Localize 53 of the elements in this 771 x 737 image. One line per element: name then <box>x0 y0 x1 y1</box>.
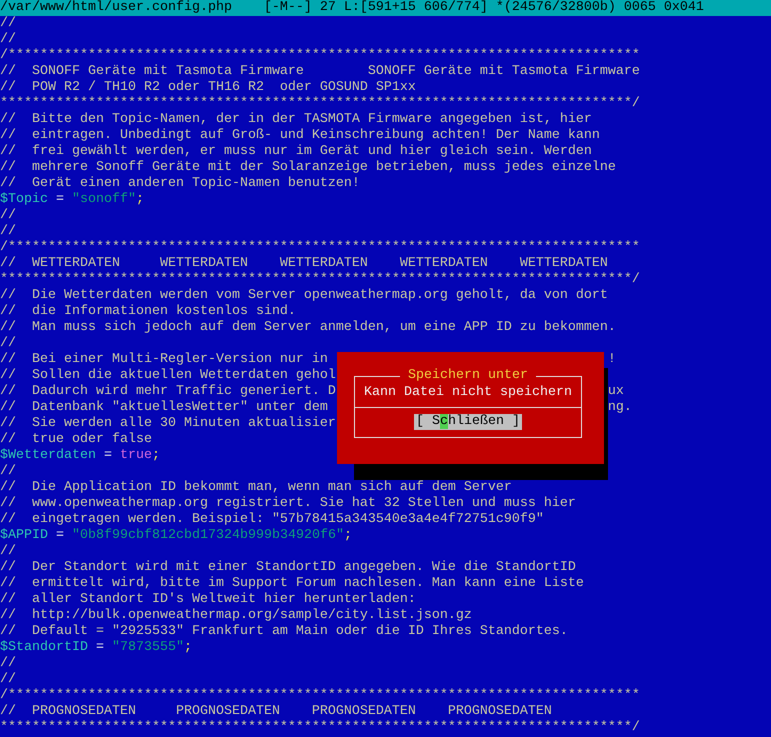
code-line: // Die Wetterdaten werden vom Server openweathermap.org geholt, da von dort <box>0 288 608 304</box>
code-line: $APPID = "0b8f99cbf812cbd17324b999b34920f6"; <box>0 528 352 544</box>
dialog-title: Speichern unter <box>400 368 536 384</box>
code-line: *******************************************************************************/ <box>0 720 640 736</box>
code-line: // <box>0 224 16 240</box>
code-line: // Der Standort wird mit einer StandortID angegeben. Wie die StandortID <box>0 560 576 576</box>
code-line: // die Informationen kostenlos sind. <box>0 304 296 320</box>
code-line: // Die Application ID bekommt man, wenn man sich auf dem Server <box>0 480 512 496</box>
code-line: // www.openweathermap.org registriert. Sie hat 32 Stellen und muss hier <box>0 496 576 512</box>
code-line: // Default = "2925533" Frankfurt am Main oder die ID Ihres Standortes. <box>0 624 568 640</box>
code-line: $StandortID = "7873555"; <box>0 640 192 656</box>
code-line: // eintragen. Unbedingt auf Groß- und Keinschreibung achten! Der Name kann <box>0 128 600 144</box>
code-line: // ermittelt wird, bitte im Support Forum nachlesen. Man kann eine Liste <box>0 576 584 592</box>
dialog-message: Kann Datei nicht speichern <box>355 385 581 408</box>
code-line: // Bitte den Topic-Namen, der in der TASMOTA Firmware angegeben ist, hier <box>0 112 592 128</box>
code-line: // eingetragen werden. Beispiel: "57b78415a343540e3a4e4f72751c90f9" <box>0 512 544 528</box>
code-line: // SONOFF Geräte mit Tasmota Firmware SONOFF Geräte mit Tasmota Firmware <box>0 64 640 80</box>
code-line: // Man muss sich jedoch auf dem Server anmelden, um eine APP ID zu bekommen. <box>0 320 616 336</box>
close-button[interactable]: [ Schließen ] <box>414 414 522 430</box>
code-line: // <box>0 672 16 688</box>
code-line: // <box>0 32 16 48</box>
code-line: // aller Standort ID's Weltweit hier herunterladen: <box>0 592 416 608</box>
code-line: // Datenbank "aktuellesWetter" unter dem <box>0 400 328 416</box>
code-line: /******************************************************************************* <box>0 48 640 64</box>
code-line: // http://bulk.openweathermap.org/sample/city.list.json.gz <box>0 608 472 624</box>
code-line: // Gerät einen anderen Topic-Namen benutzen! <box>0 176 360 192</box>
code-line: // true oder false <box>0 432 152 448</box>
code-line: *******************************************************************************/ <box>0 96 640 112</box>
code-line: /******************************************************************************* <box>0 688 640 704</box>
code-line: $Wetterdaten = true; <box>0 448 160 464</box>
code-line: // Sollen die aktuellen Wetterdaten gehol <box>0 368 336 384</box>
code-line: // POW R2 / TH10 R2 oder TH16 R2 oder GOSUND SP1xx <box>0 80 416 96</box>
code-line: *******************************************************************************/ <box>0 272 640 288</box>
code-line: // mehrere Sonoff Geräte mit der Solaranzeige betrieben, muss jedes einzelne <box>0 160 616 176</box>
code-line: // Sie werden alle 30 Minuten aktualisier <box>0 416 336 432</box>
file-path: /var/www/html/user.config.php <box>0 0 232 16</box>
code-fragment: ! <box>608 352 616 368</box>
code-line: // Bei einer Multi-Regler-Version nur in <box>0 352 328 368</box>
code-line: // <box>0 544 16 560</box>
code-line: // <box>0 656 16 672</box>
code-line: // <box>0 16 16 32</box>
code-line: /******************************************************************************* <box>0 240 640 256</box>
code-line: // frei gewählt werden, er muss nur im Gerät und hier gleich sein. Werden <box>0 144 592 160</box>
code-line: // Dadurch wird mehr Traffic generiert. D <box>0 384 336 400</box>
code-line: // <box>0 464 16 480</box>
code-line: // PROGNOSEDATEN PROGNOSEDATEN PROGNOSEDATEN PROGNOSEDATEN <box>0 704 552 720</box>
code-fragment: ux <box>608 384 624 400</box>
code-line: // WETTERDATEN WETTERDATEN WETTERDATEN WETTERDATEN WETTERDATEN <box>0 256 608 272</box>
code-line: // <box>0 336 16 352</box>
code-fragment: ng. <box>608 400 632 416</box>
code-line: // <box>0 208 16 224</box>
editor-status: [-M--] 27 L:[591+15 606/774] *(24576/32800b) 0065 0x041 <box>264 0 704 16</box>
code-line: $Topic = "sonoff"; <box>0 192 144 208</box>
